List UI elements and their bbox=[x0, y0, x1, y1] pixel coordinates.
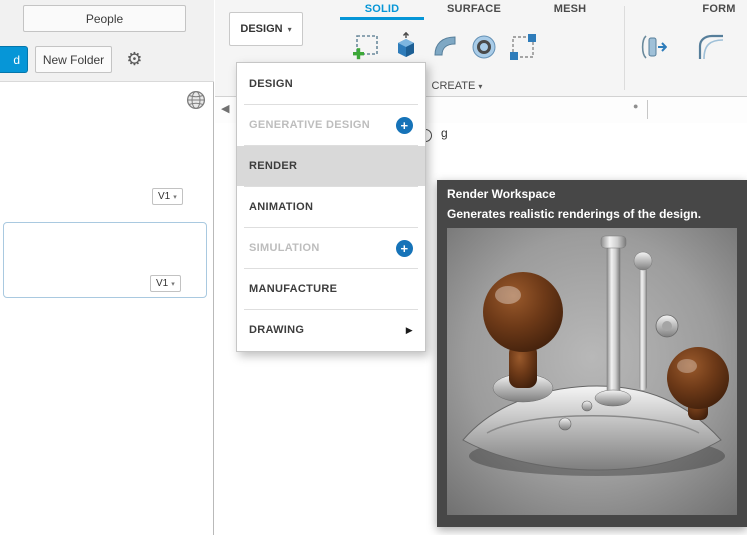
menu-item-label: GENERATIVE DESIGN bbox=[249, 119, 371, 131]
render-preview-image bbox=[447, 228, 737, 515]
tab-mesh[interactable]: MESH bbox=[538, 0, 602, 19]
caret-down-icon: ▾ bbox=[478, 82, 483, 91]
menu-item-label: SIMULATION bbox=[249, 242, 320, 254]
tab-surface[interactable]: SURFACE bbox=[430, 0, 518, 19]
press-pull-icon[interactable] bbox=[634, 27, 670, 67]
menu-item-animation[interactable]: ANIMATION bbox=[237, 187, 425, 227]
people-tab-button[interactable]: People bbox=[23, 5, 186, 32]
premium-plus-icon: + bbox=[396, 239, 413, 257]
menu-item-generative-design[interactable]: GENERATIVE DESIGN + bbox=[237, 105, 425, 145]
menu-item-label: RENDER bbox=[249, 160, 298, 172]
menu-item-label: ANIMATION bbox=[249, 201, 314, 213]
workspace-menu: DESIGN GENERATIVE DESIGN + RENDER ANIMAT… bbox=[236, 62, 426, 352]
hole-icon[interactable] bbox=[466, 27, 502, 67]
caret-down-icon: ▾ bbox=[173, 193, 177, 201]
data-panel: People d New Folder ⚙ V1 ▾ V1 ▾ bbox=[0, 0, 214, 535]
menu-item-label: DESIGN bbox=[249, 78, 293, 90]
globe-icon[interactable] bbox=[186, 90, 206, 110]
version-dropdown[interactable]: V1 ▾ bbox=[150, 275, 181, 292]
data-item-selected[interactable]: V1 ▾ bbox=[3, 222, 207, 298]
fillet-icon[interactable] bbox=[692, 27, 728, 67]
tooltip-description: Generates realistic renderings of the de… bbox=[447, 207, 702, 221]
extrude-icon[interactable] bbox=[388, 27, 424, 67]
caret-down-icon: ▾ bbox=[287, 24, 292, 34]
menu-item-simulation[interactable]: SIMULATION + bbox=[237, 228, 425, 268]
version-label: V1 bbox=[158, 191, 171, 202]
menu-item-design[interactable]: DESIGN bbox=[237, 64, 425, 104]
menu-item-label: DRAWING bbox=[249, 324, 305, 336]
gear-icon[interactable]: ⚙ bbox=[121, 46, 148, 73]
nav-back-icon[interactable]: ◀ bbox=[221, 102, 229, 115]
tab-separator bbox=[647, 100, 648, 119]
tab-form[interactable]: FORM bbox=[686, 0, 747, 19]
new-folder-button[interactable]: New Folder bbox=[35, 46, 112, 73]
submenu-arrow-icon: ▶ bbox=[405, 324, 413, 335]
premium-plus-icon: + bbox=[396, 116, 413, 134]
active-tab-underline bbox=[340, 17, 424, 20]
version-label: V1 bbox=[156, 278, 169, 289]
caret-down-icon: ▾ bbox=[171, 280, 175, 288]
menu-item-drawing[interactable]: DRAWING ▶ bbox=[237, 310, 425, 350]
create-sketch-icon[interactable] bbox=[348, 27, 384, 67]
revolve-icon[interactable] bbox=[427, 27, 463, 67]
data-item[interactable]: V1 ▾ bbox=[0, 118, 214, 212]
render-workspace-tooltip: Render Workspace Generates realistic ren… bbox=[437, 180, 747, 527]
menu-item-render[interactable]: RENDER bbox=[237, 146, 425, 186]
pattern-icon[interactable] bbox=[505, 27, 541, 67]
fusion-window: People d New Folder ⚙ V1 ▾ V1 ▾ SOLID SU… bbox=[0, 0, 747, 535]
version-dropdown[interactable]: V1 ▾ bbox=[152, 188, 183, 205]
tooltip-title: Render Workspace bbox=[447, 187, 556, 201]
toolbar-group-divider bbox=[624, 6, 625, 90]
create-group-label: CREATE bbox=[431, 80, 476, 92]
workspace-selector-button[interactable]: DESIGN ▾ bbox=[229, 12, 303, 46]
unsaved-dot-icon: ● bbox=[633, 101, 639, 111]
workspace-selector-label: DESIGN bbox=[240, 23, 283, 35]
menu-item-label: MANUFACTURE bbox=[249, 283, 338, 295]
canvas-text-fragment: g bbox=[441, 126, 448, 140]
upload-button[interactable]: d bbox=[0, 46, 28, 73]
menu-item-manufacture[interactable]: MANUFACTURE bbox=[237, 269, 425, 309]
